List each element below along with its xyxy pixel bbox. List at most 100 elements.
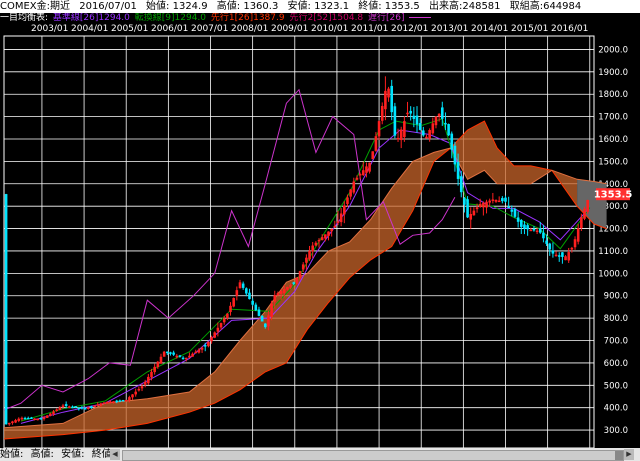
candle-body [482, 202, 485, 208]
candle-body [166, 351, 169, 354]
candle-body [156, 361, 160, 368]
candle-body [324, 234, 327, 239]
candle-body [491, 199, 495, 201]
candle-body [61, 405, 65, 407]
candle-body [339, 213, 343, 223]
candle-body [90, 406, 93, 408]
candle-body [422, 130, 425, 136]
y-tick-label: 2000.0 [598, 45, 628, 55]
candle-body [399, 129, 403, 141]
candle-body [245, 288, 248, 294]
candle-body [279, 291, 283, 294]
candle-body [576, 228, 580, 242]
candle-body [153, 366, 156, 373]
candle-body [169, 352, 172, 354]
candle-body [77, 407, 81, 410]
candle-body [466, 199, 469, 218]
candle-body [137, 388, 141, 391]
candle-body [150, 371, 153, 378]
candle-body [355, 177, 359, 180]
candle-body [86, 407, 90, 409]
candle-body [520, 219, 523, 227]
candle-body [191, 353, 194, 357]
candle-body [147, 376, 150, 384]
candle-body [472, 210, 476, 216]
candle-body [121, 400, 125, 402]
candle-body [494, 200, 498, 202]
candle-body [343, 205, 346, 215]
candle-body [58, 407, 62, 410]
price-chart[interactable]: 300.0 400.0 500.0 600.0 700.0 800.0 900.0 1000.… [0, 0, 640, 461]
y-tick-label: 500.0 [604, 381, 628, 391]
candle-body [444, 122, 447, 125]
candle-body [128, 397, 131, 401]
candle-body [453, 145, 457, 165]
candle-body [17, 418, 21, 421]
candle-body [450, 133, 454, 150]
candle-body [564, 256, 567, 261]
candle-body [380, 105, 384, 121]
candle-body [583, 208, 586, 219]
chart-scrollbar[interactable] [122, 450, 624, 461]
candle-body [497, 200, 501, 203]
candle-body [428, 130, 431, 139]
footer-high: 高値: [30, 449, 54, 460]
candle-body [213, 332, 217, 338]
candle-body [99, 403, 103, 406]
footer-low: 安値: [61, 449, 85, 460]
candle-body [504, 197, 507, 202]
candle-body [352, 181, 356, 193]
scrollbar-thumb[interactable] [615, 451, 623, 460]
candle-body [485, 201, 488, 208]
candle-body [374, 136, 378, 151]
y-tick-label: 1600.0 [598, 135, 628, 145]
candle-body [393, 106, 397, 136]
candle-body [557, 255, 561, 257]
candle-body [320, 237, 324, 241]
candle-body [532, 228, 536, 231]
candle-body [545, 240, 548, 244]
candle-body [561, 252, 564, 257]
candle-body [197, 349, 201, 353]
candle-body [96, 404, 100, 406]
footer-open: 始値: [0, 449, 24, 460]
candle-body [510, 209, 514, 212]
candle-body [488, 200, 491, 203]
candle-body [33, 418, 36, 420]
candle-body [570, 247, 574, 250]
candle-body [267, 315, 270, 327]
candle-body [406, 112, 409, 115]
y-tick-label: 1700.0 [598, 113, 628, 123]
candle-body [535, 230, 539, 233]
candle-body [516, 217, 520, 222]
y-tick-label: 900.0 [604, 292, 628, 302]
candle-body [463, 198, 466, 205]
candle-body [52, 411, 55, 415]
candle-body [68, 406, 71, 408]
scroll-left-button[interactable]: ◀ [110, 449, 120, 460]
candle-body [542, 232, 545, 239]
candle-body [282, 289, 286, 294]
candle-body [311, 245, 314, 252]
scroll-right-button[interactable]: ▶ [624, 449, 634, 460]
candle-body [216, 327, 220, 332]
candle-body [437, 113, 441, 117]
candle-body [178, 355, 182, 357]
candle-body [159, 356, 163, 364]
candle-body [93, 405, 96, 408]
candle-body [409, 110, 412, 114]
y-tick-label: 1000.0 [598, 269, 628, 279]
candle-body [459, 176, 463, 193]
candle-body [200, 347, 204, 350]
candle-body [349, 189, 352, 197]
candle-body [36, 418, 40, 421]
candle-body [143, 381, 147, 385]
candle-body [456, 162, 460, 179]
candle-body [49, 413, 52, 416]
candle-body [377, 121, 381, 137]
candle-body [30, 417, 33, 420]
candle-body [501, 198, 504, 202]
candle-body [7, 422, 11, 425]
candle-body [333, 225, 337, 228]
candle-body [573, 239, 577, 248]
